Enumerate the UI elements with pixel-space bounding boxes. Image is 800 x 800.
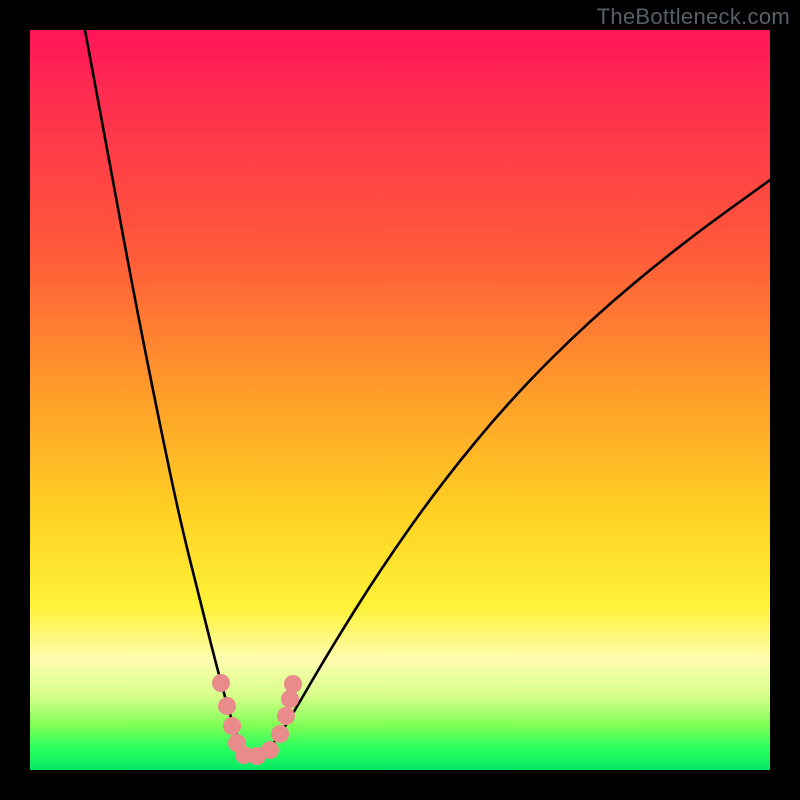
marker-dot bbox=[271, 725, 289, 743]
bottleneck-curve bbox=[85, 30, 770, 756]
marker-dot bbox=[218, 697, 236, 715]
marker-dot bbox=[212, 674, 230, 692]
marker-dot bbox=[277, 707, 295, 725]
curve-layer bbox=[30, 30, 770, 770]
plot-area bbox=[30, 30, 770, 770]
chart-frame: TheBottleneck.com bbox=[0, 0, 800, 800]
marker-group bbox=[212, 674, 302, 765]
watermark-text: TheBottleneck.com bbox=[597, 4, 790, 30]
marker-dot bbox=[284, 675, 302, 693]
marker-dot bbox=[261, 741, 279, 759]
marker-dot bbox=[223, 717, 241, 735]
marker-dot bbox=[281, 690, 299, 708]
